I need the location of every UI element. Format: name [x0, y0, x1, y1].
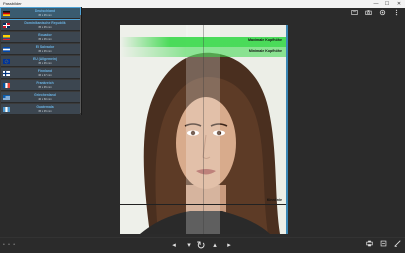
move-down-icon[interactable]: ▾ [184, 240, 194, 252]
country-size: 35 x 45 mm [38, 86, 52, 89]
rotate-icon[interactable]: ↻ [196, 240, 206, 252]
list-scrollbar[interactable] [80, 15, 81, 113]
share-icon[interactable] [378, 240, 388, 252]
country-size: 35 x 45 mm [38, 38, 52, 41]
country-item-eu[interactable]: EU (Allgemein) 35 x 45 mm [1, 56, 80, 67]
minimize-button[interactable]: — [371, 0, 381, 8]
bottom-app-bar: • • • ◂ ▾ ↻ ▴ ▸ [0, 237, 405, 253]
country-name: Frankreich [36, 81, 54, 85]
flag-el-salvador-icon [3, 47, 10, 52]
country-item-deutschland[interactable]: Deutschland 35 x 45 mm [0, 7, 81, 20]
chin-line-label: Kinnlinie [266, 198, 282, 202]
photo-edge-handle[interactable] [286, 25, 288, 234]
next-icon[interactable]: ▸ [224, 240, 234, 252]
country-name: Guatemala [36, 105, 54, 109]
flag-germany-icon [3, 11, 10, 16]
country-item-guatemala[interactable]: Guatemala 35 x 45 mm [1, 104, 80, 115]
country-name: El Salvador [35, 45, 55, 49]
previous-icon[interactable]: ◂ [169, 240, 179, 252]
country-size: 35 x 45 mm [38, 50, 52, 53]
flag-france-icon [3, 83, 10, 88]
country-item-el-salvador[interactable]: El Salvador 35 x 45 mm [1, 44, 80, 55]
flag-finland-icon [3, 71, 10, 76]
country-name: Deutschland [34, 9, 56, 13]
more-dots-icon[interactable]: • • • [3, 242, 16, 248]
country-item-griechenland[interactable]: Griechenland 40 x 60 mm [1, 92, 80, 103]
flag-guatemala-icon [3, 107, 10, 112]
country-size: 40 x 60 mm [38, 98, 52, 101]
country-name: Dominikanische Republik [24, 21, 66, 25]
country-list[interactable]: Deutschland 35 x 45 mm Dominikanische Re… [0, 7, 82, 115]
min-head-height-label: Minimale Kopfhöhe [248, 49, 282, 53]
country-size: 35 x 45 mm [38, 110, 52, 113]
country-size: 35 x 45 mm [38, 62, 52, 65]
app-window: Passbilder — ☐ ✕ Deutschland 35 x 45 mm … [0, 0, 405, 253]
print-icon[interactable] [364, 240, 374, 252]
country-item-frankreich[interactable]: Frankreich 35 x 45 mm [1, 80, 80, 91]
country-name: Ecuador [38, 33, 52, 37]
country-size: 36 x 47 mm [38, 74, 52, 77]
passport-photo[interactable]: Maximale Kopfhöhe Minimale Kopfhöhe Kinn… [120, 25, 286, 234]
flag-dominican-republic-icon [3, 23, 10, 28]
country-item-finnland[interactable]: Finnland 36 x 47 mm [1, 68, 80, 79]
more-icon[interactable] [392, 9, 401, 18]
country-item-ecuador[interactable]: Ecuador 35 x 45 mm [1, 32, 80, 43]
confirm-icon[interactable] [392, 240, 402, 252]
country-size: 35 x 45 mm [38, 14, 52, 17]
camera-icon[interactable] [364, 9, 373, 18]
country-name: EU (Allgemein) [32, 57, 58, 61]
vertical-center-guide [203, 25, 204, 234]
chin-line[interactable] [120, 204, 286, 205]
max-head-height-label: Maximale Kopfhöhe [248, 38, 282, 42]
move-up-icon[interactable]: ▴ [210, 240, 220, 252]
settings-icon[interactable] [378, 9, 387, 18]
crop-icon[interactable] [350, 9, 359, 18]
flag-eu-icon [3, 59, 10, 64]
close-button[interactable]: ✕ [394, 0, 404, 8]
country-item-dominikanische-republik[interactable]: Dominikanische Republik 35 x 45 mm [1, 20, 80, 31]
country-name: Griechenland [34, 93, 56, 97]
maximize-button[interactable]: ☐ [382, 0, 392, 8]
flag-ecuador-icon [3, 35, 10, 40]
flag-greece-icon [3, 95, 10, 100]
country-name: Finnland [37, 69, 53, 73]
country-size: 35 x 45 mm [38, 26, 52, 29]
